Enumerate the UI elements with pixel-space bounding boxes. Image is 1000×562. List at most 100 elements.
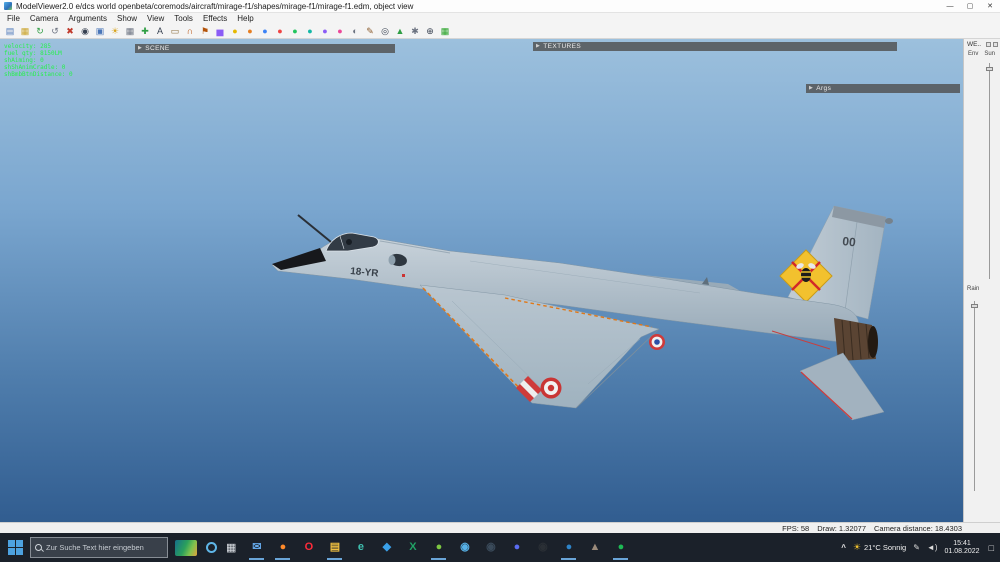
- firefox-app-icon[interactable]: ●: [274, 539, 291, 560]
- wireframe-icon[interactable]: ▦: [438, 25, 452, 38]
- weather-text: 21°C Sonnig: [864, 543, 907, 552]
- delete-icon[interactable]: ✖: [63, 25, 77, 38]
- menu-item-help[interactable]: Help: [232, 13, 258, 24]
- sun-label: Sun: [984, 51, 996, 57]
- search-icon: [35, 543, 43, 552]
- volume-icon[interactable]: ◄): [927, 543, 938, 552]
- tree-icon[interactable]: ▲: [393, 25, 407, 38]
- cortana-icon[interactable]: [206, 542, 217, 553]
- menu-item-effects[interactable]: Effects: [198, 13, 232, 24]
- screenshot-icon[interactable]: ▣: [93, 25, 107, 38]
- undo-icon[interactable]: ↺: [48, 25, 62, 38]
- fps-counter: FPS: 58: [782, 523, 810, 533]
- menu-item-tools[interactable]: Tools: [169, 13, 198, 24]
- textures-panel-header[interactable]: ▶ TEXTURES: [533, 42, 897, 51]
- file-explorer-app-icon[interactable]: ▤: [326, 539, 343, 560]
- axes-icon[interactable]: ✚: [138, 25, 152, 38]
- taskbar-search[interactable]: [30, 537, 168, 558]
- statusbar: FPS: 58 Draw: 1.32077 Camera distance: 1…: [0, 522, 1000, 533]
- camera-distance: Camera distance: 18.4303: [874, 523, 962, 533]
- edge-app-icon[interactable]: e: [352, 539, 369, 556]
- steam-app-icon[interactable]: ◉: [482, 539, 499, 556]
- menu-item-show[interactable]: Show: [112, 13, 142, 24]
- grid-icon[interactable]: ▦: [123, 25, 137, 38]
- menu-item-view[interactable]: View: [142, 13, 169, 24]
- save-icon[interactable]: ▤: [3, 25, 17, 38]
- scene-panel-header[interactable]: ▶ SCENE: [135, 44, 395, 53]
- task-view-icon[interactable]: ▦: [226, 541, 236, 554]
- edit-icon[interactable]: ✎: [363, 25, 377, 38]
- aircraft-model[interactable]: 00 18-YR: [0, 39, 963, 522]
- mail-app-icon[interactable]: ✉: [248, 539, 265, 560]
- refuel-probe: [297, 214, 332, 243]
- menu-item-camera[interactable]: Camera: [25, 13, 63, 24]
- weather-widget[interactable]: ☀ 21°C Sonnig: [853, 542, 906, 553]
- window-controls: — ▢ ✕: [940, 0, 1000, 13]
- aircraft-stabilizer: [799, 352, 885, 421]
- sun-icon: ☀: [852, 542, 862, 552]
- palette-purple-icon[interactable]: ●: [318, 25, 332, 38]
- vscode-app-icon[interactable]: ◆: [378, 539, 395, 556]
- sun-slider-handle[interactable]: [986, 67, 993, 71]
- light-icon[interactable]: ☀: [108, 25, 122, 38]
- media-app-icon[interactable]: ▲: [586, 539, 603, 556]
- menu-item-arguments[interactable]: Arguments: [63, 13, 112, 24]
- obs-app-icon[interactable]: ◉: [534, 539, 551, 556]
- pen-tray-icon[interactable]: ✎: [913, 543, 920, 552]
- settings-icon[interactable]: ✱: [408, 25, 422, 38]
- palette-yellow-icon[interactable]: ●: [228, 25, 242, 38]
- menu-item-file[interactable]: File: [2, 13, 25, 24]
- target-icon[interactable]: ◎: [378, 25, 392, 38]
- chart-icon[interactable]: ▅: [213, 25, 227, 38]
- discord-app-icon[interactable]: ●: [508, 539, 525, 556]
- sphere-icon[interactable]: ◐: [348, 25, 362, 38]
- rain-slider[interactable]: [971, 301, 978, 491]
- icq-app-icon[interactable]: ●: [430, 539, 447, 560]
- palette-teal-icon[interactable]: ●: [303, 25, 317, 38]
- teamspeak-app-icon[interactable]: ●: [560, 539, 577, 560]
- minimize-icon[interactable]: —: [940, 0, 960, 13]
- notification-center-icon[interactable]: □: [989, 543, 994, 553]
- args-panel-header[interactable]: ▶ Args: [806, 84, 960, 93]
- zoom-icon[interactable]: ⊕: [423, 25, 437, 38]
- taskbar-clock[interactable]: 15:41 01.08.2022: [945, 540, 980, 556]
- window-title: ModelViewer2.0 e/dcs world openbeta/core…: [16, 1, 414, 11]
- opera-app-icon[interactable]: O: [300, 539, 317, 556]
- scene-panel-label: SCENE: [145, 45, 170, 52]
- sun-slider[interactable]: [986, 63, 993, 279]
- palette-green-icon[interactable]: ●: [288, 25, 302, 38]
- panel-close-icon[interactable]: [993, 42, 998, 47]
- rain-slider-handle[interactable]: [971, 304, 978, 308]
- textures-panel-label: TEXTURES: [543, 43, 582, 50]
- magnet-icon[interactable]: ∩: [183, 25, 197, 38]
- debug-line-4: shBmbBtnDistance: 0: [4, 71, 73, 78]
- search-input[interactable]: [46, 543, 161, 552]
- ruler-icon[interactable]: ▭: [168, 25, 182, 38]
- flag-icon[interactable]: ⚑: [198, 25, 212, 38]
- palette-blue-icon[interactable]: ●: [258, 25, 272, 38]
- open-folder-icon[interactable]: ▦: [18, 25, 32, 38]
- titlebar[interactable]: ModelViewer2.0 e/dcs world openbeta/core…: [0, 0, 1000, 13]
- panel-dock-icon[interactable]: [986, 42, 991, 47]
- skype-app-icon[interactable]: ◉: [456, 539, 473, 556]
- palette-red-icon[interactable]: ●: [273, 25, 287, 38]
- weather-panel-title: WE..: [967, 41, 982, 48]
- close-icon[interactable]: ✕: [980, 0, 1000, 13]
- text-icon[interactable]: A: [153, 25, 167, 38]
- palette-orange-icon[interactable]: ●: [243, 25, 257, 38]
- maximize-icon[interactable]: ▢: [960, 0, 980, 13]
- toolbar: ▤ ▦ ↻ ↺ ✖ ◉ ▣ ☀ ▦ ✚ A ▭ ∩ ⚑ ▅ ● ● ● ● ● ● ● ● ◐ ✎ ◎ ▲ ✱ ⊕ ▦: [0, 24, 1000, 39]
- clock-date: 01.08.2022: [944, 547, 980, 555]
- news-widget-icon[interactable]: [175, 539, 197, 556]
- start-button[interactable]: [8, 539, 24, 556]
- draw-counter: Draw: 1.32077: [817, 523, 867, 533]
- model-viewport[interactable]: 00 18-YR velocity: 285 fuel qty: 8150LM …: [0, 39, 963, 522]
- rain-label: Rain: [967, 286, 980, 292]
- tray-expand-icon[interactable]: ^: [841, 543, 846, 552]
- camera-icon[interactable]: ◉: [78, 25, 92, 38]
- reload-icon[interactable]: ↻: [33, 25, 47, 38]
- spotify-app-icon[interactable]: ●: [612, 539, 629, 560]
- debug-overlay: velocity: 285 fuel qty: 8150LM shAiming: 0…: [4, 43, 73, 78]
- excel-app-icon[interactable]: X: [404, 539, 421, 556]
- palette-pink-icon[interactable]: ●: [333, 25, 347, 38]
